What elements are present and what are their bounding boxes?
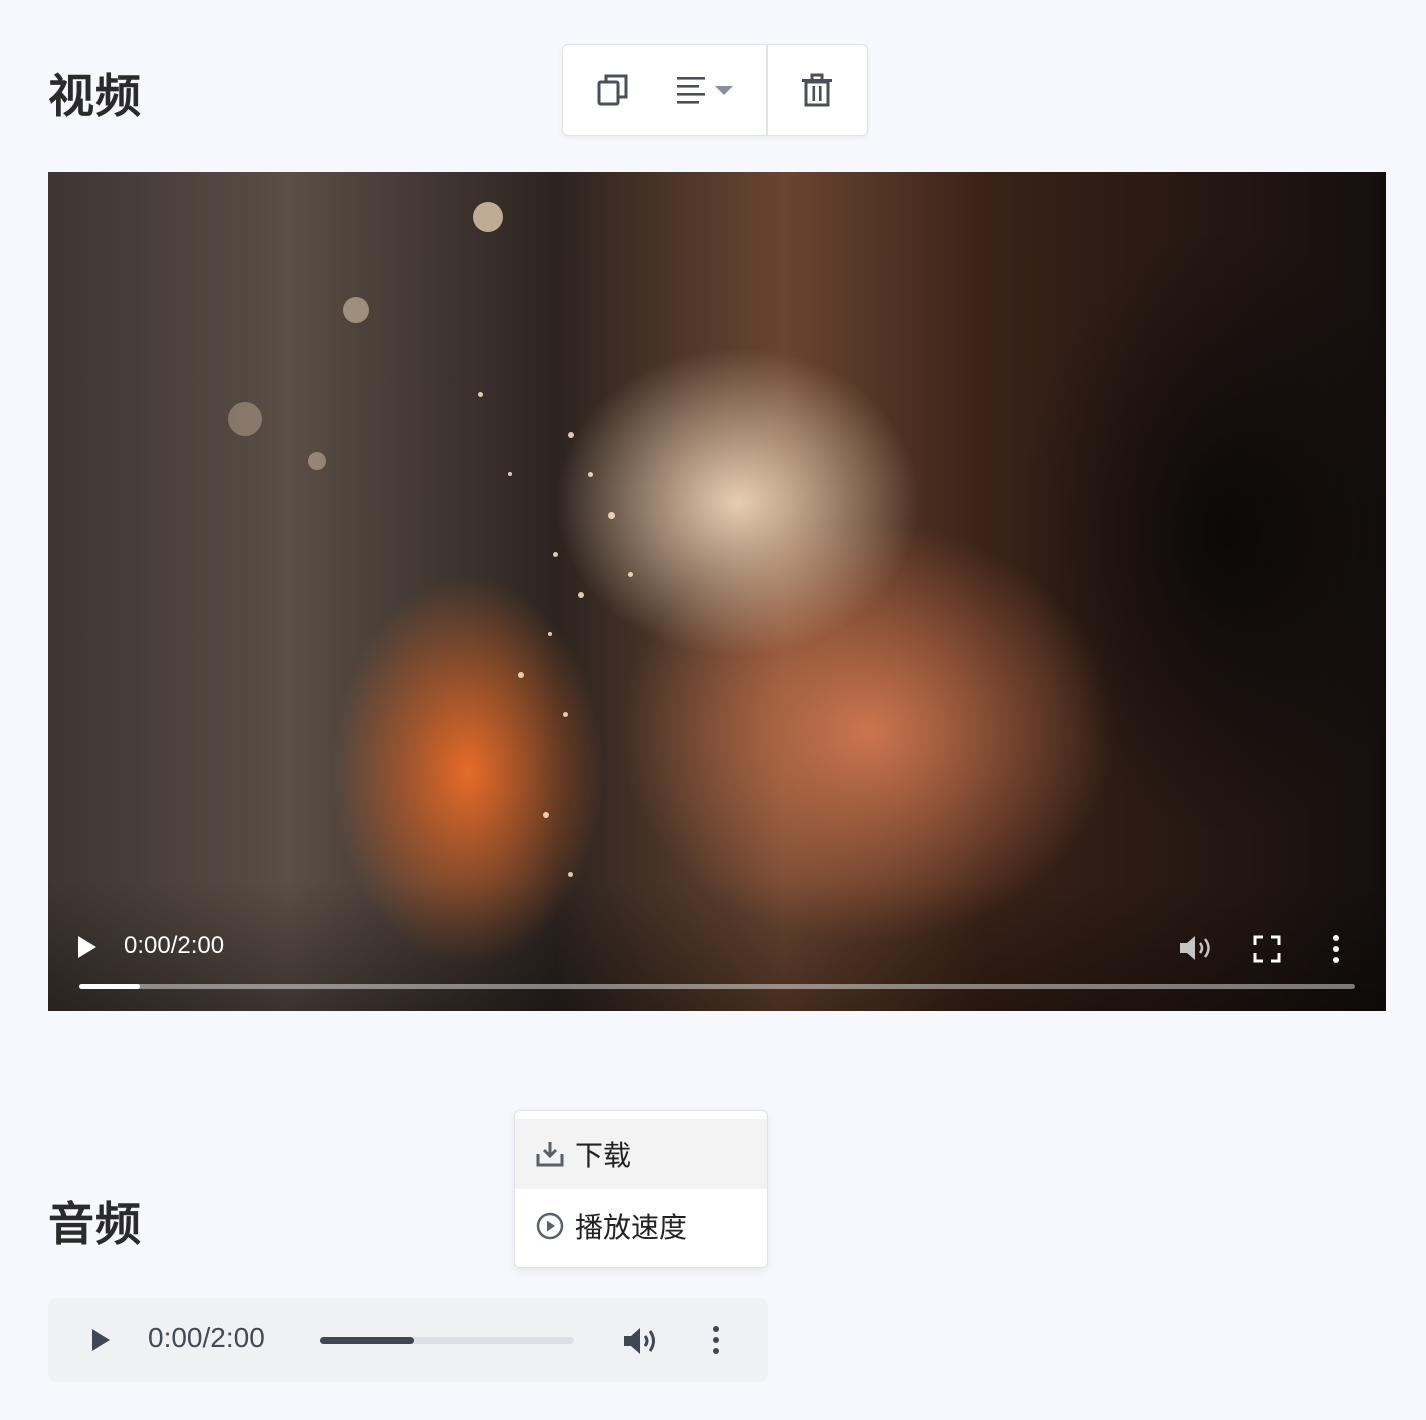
media-toolbar: [562, 44, 868, 136]
video-play-button[interactable]: [76, 934, 98, 964]
copy-icon: [597, 74, 628, 106]
video-progress-bar[interactable]: [79, 984, 1355, 989]
video-volume-button[interactable]: [1178, 934, 1214, 966]
menu-item-label: 下载: [575, 1139, 632, 1172]
volume-icon: [1180, 936, 1210, 960]
align-left-icon: [677, 77, 705, 104]
audio-play-button[interactable]: [90, 1327, 112, 1357]
copy-button[interactable]: [583, 45, 643, 135]
video-time-display: 0:00/2:00: [124, 932, 225, 959]
play-circle-icon: [536, 1212, 564, 1240]
toolbar-divider: [766, 45, 768, 135]
fullscreen-icon: [1253, 935, 1281, 963]
more-vertical-icon: [1333, 935, 1339, 963]
audio-time-display: 0:00/2:00: [148, 1322, 265, 1353]
chevron-down-icon: [715, 86, 733, 95]
playback-context-menu: 下载 播放速度: [514, 1110, 768, 1268]
video-player[interactable]: 0:00/2:00: [48, 172, 1386, 1011]
video-section-title: 视频: [48, 69, 142, 123]
play-icon: [78, 936, 96, 958]
menu-item-label: 播放速度: [575, 1211, 688, 1244]
audio-section-title: 音频: [48, 1197, 142, 1251]
audio-player[interactable]: 0:00/2:00: [48, 1298, 768, 1382]
audio-more-button[interactable]: [710, 1325, 722, 1359]
more-vertical-icon: [713, 1326, 719, 1354]
audio-progress-fill: [320, 1337, 414, 1344]
audio-progress-bar[interactable]: [320, 1337, 574, 1344]
menu-item-playback-speed[interactable]: 播放速度: [515, 1191, 767, 1261]
play-icon: [92, 1329, 110, 1351]
audio-volume-button[interactable]: [622, 1326, 660, 1360]
video-fullscreen-button[interactable]: [1253, 935, 1281, 967]
trash-icon: [802, 73, 832, 107]
video-more-button[interactable]: [1330, 934, 1342, 968]
delete-button[interactable]: [777, 45, 857, 135]
menu-item-download[interactable]: 下载: [515, 1119, 767, 1189]
download-icon: [536, 1142, 564, 1167]
align-dropdown-button[interactable]: [663, 45, 747, 135]
video-progress-fill: [79, 984, 141, 989]
volume-icon: [624, 1328, 655, 1354]
